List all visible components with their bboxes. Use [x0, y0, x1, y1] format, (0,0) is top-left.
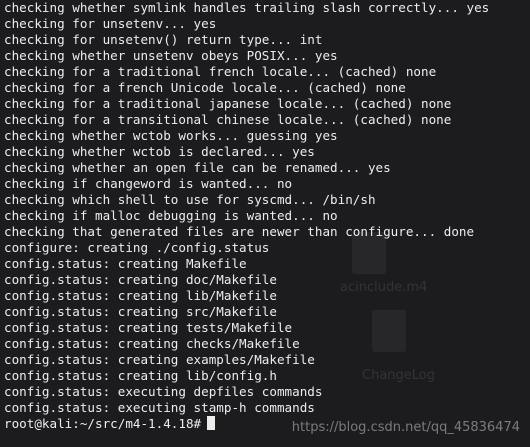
terminal-line: checking for a traditional french locale… — [4, 64, 437, 79]
terminal-line: config.status: creating src/Makefile — [4, 304, 277, 319]
terminal-line: config.status: executing stamp-h command… — [4, 400, 315, 415]
terminal-line: checking for unsetenv... yes — [4, 16, 217, 31]
terminal-line: checking for unsetenv() return type... i… — [4, 32, 323, 47]
terminal-line: config.status: creating doc/Makefile — [4, 272, 277, 287]
terminal-line: config.status: creating lib/config.h — [4, 368, 277, 383]
shell-prompt: root@kali:~/src/m4-1.4.18# — [4, 416, 202, 431]
terminal-line: checking whether wctob works... guessing… — [4, 128, 338, 143]
terminal-line: config.status: creating checks/Makefile — [4, 336, 300, 351]
terminal-line: checking whether unsetenv obeys POSIX...… — [4, 48, 338, 63]
terminal-line: config.status: creating examples/Makefil… — [4, 352, 315, 367]
terminal-line: config.status: creating lib/Makefile — [4, 288, 277, 303]
terminal-line: checking whether an open file can be ren… — [4, 160, 391, 175]
terminal-line: checking whether wctob is declared... ye… — [4, 144, 315, 159]
terminal-line: checking which shell to use for syscmd..… — [4, 192, 376, 207]
terminal-line: checking if changeword is wanted... no — [4, 176, 293, 191]
terminal-line: config.status: creating Makefile — [4, 256, 247, 271]
terminal-line: checking if malloc debugging is wanted..… — [4, 208, 338, 223]
terminal-window[interactable]: acinclude.m4 ChangeLog checking whether … — [0, 0, 530, 447]
text-cursor — [207, 416, 216, 430]
terminal-output: checking whether symlink handles trailin… — [4, 0, 489, 432]
terminal-line: checking for a french Unicode locale... … — [4, 80, 406, 95]
watermark: https://blog.csdn.net/qq_45836474 — [291, 420, 520, 435]
terminal-line: checking whether symlink handles trailin… — [4, 0, 490, 15]
terminal-line: checking that generated files are newer … — [4, 224, 475, 239]
terminal-line: checking for a traditional japanese loca… — [4, 96, 452, 111]
terminal-line: config.status: creating tests/Makefile — [4, 320, 293, 335]
terminal-line: checking for a transitional chinese loca… — [4, 112, 452, 127]
terminal-line: configure: creating ./config.status — [4, 240, 270, 255]
terminal-line: config.status: executing depfiles comman… — [4, 384, 323, 399]
